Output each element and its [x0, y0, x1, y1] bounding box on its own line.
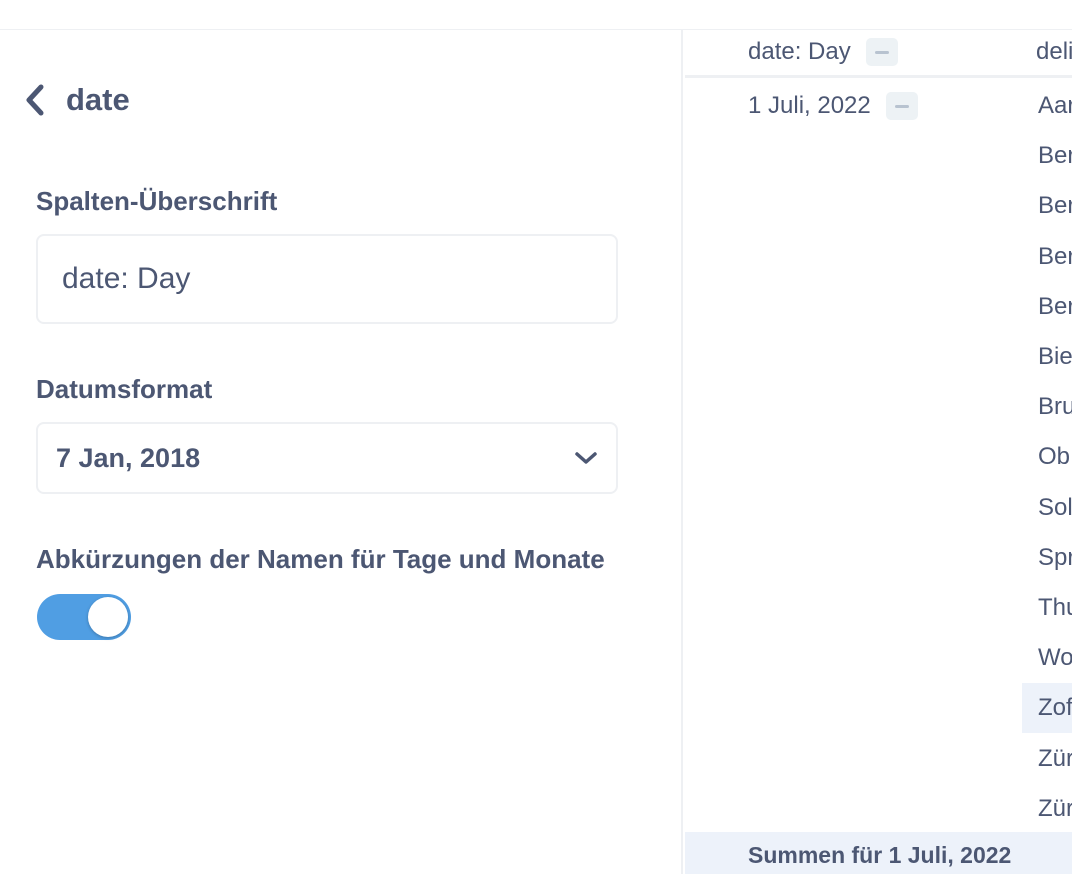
abbreviate-names-label: Abkürzungen der Namen für Tage und Monat… — [36, 544, 605, 574]
table-cell: Zür — [1038, 744, 1072, 772]
column-name-title: date — [66, 82, 130, 117]
date-format-label: Datumsformat — [36, 374, 213, 404]
chevron-left-icon — [26, 84, 44, 116]
column-header-label: Spalten-Überschrift — [36, 186, 278, 216]
column-header-input[interactable]: date: Day — [36, 234, 618, 324]
date-format-value: 7 Jan, 2018 — [56, 442, 201, 473]
table-cell: Ber — [1038, 292, 1072, 320]
totals-row: Summen für 1 Juli, 2022 — [685, 832, 1072, 874]
collapse-row-button[interactable] — [886, 92, 918, 120]
table-cell: Thu — [1038, 593, 1072, 621]
deli-column-cells: Aar Ber Ber Ber Ber Bie Bru Ob Sol Spr T… — [1022, 81, 1072, 834]
table-cell: Ob — [1038, 443, 1071, 471]
table-cell: Sol — [1038, 493, 1072, 521]
table-header: date: Day deli — [685, 30, 1072, 78]
totals-label: Summen für 1 Juli, 2022 — [748, 842, 1012, 868]
table-cell: Spr — [1038, 543, 1072, 571]
minus-icon — [895, 104, 909, 108]
table-cell: Aar — [1038, 92, 1072, 120]
table-cell: Ber — [1038, 142, 1072, 170]
table-cell: Bie — [1038, 343, 1072, 371]
table-cell-highlighted: Zof — [1022, 683, 1072, 734]
table-preview: date: Day deli 1 Juli, 2022 Aar Ber Ber … — [685, 30, 1072, 874]
table-cell: Ber — [1038, 242, 1072, 270]
table-cell: Bru — [1038, 393, 1072, 421]
table-cell: Zür — [1038, 794, 1072, 822]
column-header-deli[interactable]: deli — [1036, 38, 1072, 66]
abbreviate-names-toggle[interactable] — [37, 594, 131, 640]
minus-icon — [875, 50, 889, 54]
back-button[interactable]: date — [24, 82, 130, 118]
table-cell: Ber — [1038, 192, 1072, 220]
chevron-down-icon — [575, 452, 597, 464]
top-bar — [0, 0, 1072, 30]
collapse-column-button[interactable] — [866, 38, 898, 66]
date-group-cell: 1 Juli, 2022 — [748, 92, 871, 119]
table-cell: Wo — [1038, 644, 1072, 672]
date-format-select[interactable]: 7 Jan, 2018 — [36, 422, 618, 494]
column-header-value: date: Day — [62, 262, 191, 295]
toggle-knob — [88, 597, 128, 637]
column-header-date[interactable]: date: Day — [748, 38, 851, 66]
